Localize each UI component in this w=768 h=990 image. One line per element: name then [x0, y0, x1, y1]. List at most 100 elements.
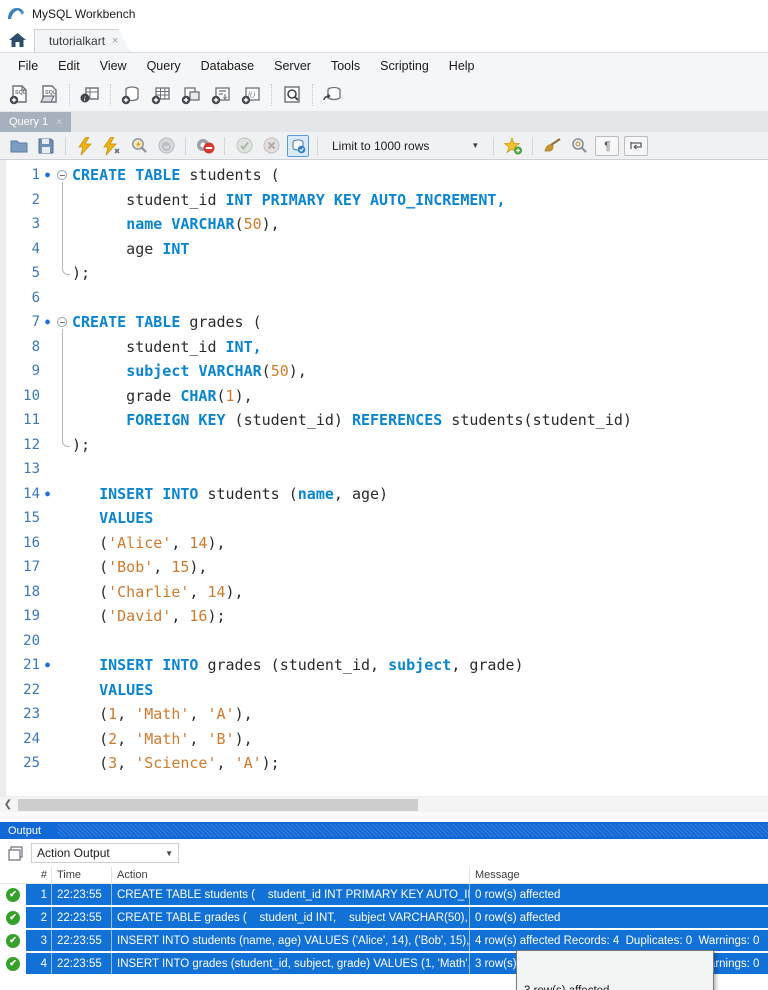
toolbar-separator — [65, 136, 66, 155]
code-text: ); — [72, 435, 91, 454]
menu-tools[interactable]: Tools — [321, 56, 370, 76]
statement-marker-icon — [40, 702, 55, 727]
fold-column — [55, 580, 72, 605]
column-message[interactable]: Message — [470, 867, 768, 883]
output-view-selector[interactable]: Action Output ▼ — [31, 843, 179, 863]
output-row[interactable]: ✔ 3 22:23:55 INSERT INTO students (name, ag… — [0, 930, 768, 951]
inspector-button[interactable]: i — [77, 82, 103, 108]
tab-close-icon[interactable]: × — [112, 35, 118, 47]
fold-open-icon[interactable] — [55, 310, 72, 335]
save-snippet-button[interactable] — [502, 135, 524, 157]
code-line: 1 ● CREATE TABLE students ( — [0, 163, 768, 188]
menu-view[interactable]: View — [90, 56, 137, 76]
invisibles-toggle-icon: ¶ — [604, 138, 611, 153]
row-index: 4 — [26, 953, 52, 974]
line-number: 20 — [23, 632, 40, 649]
code-text: ('Bob', 15), — [72, 558, 208, 576]
wrap-toggle-button[interactable] — [624, 135, 649, 156]
row-tooltip: 3 row(s) affected Records: 3 Duplicates:… — [516, 950, 714, 990]
execute-icon — [78, 136, 92, 155]
fold-end-icon — [55, 432, 72, 458]
limit-rows-dropdown[interactable]: Limit to 1000 rows ▼ — [326, 139, 485, 153]
fold-column — [55, 727, 72, 752]
open-sql-script-button[interactable]: SQL — [36, 82, 62, 108]
fold-column — [55, 604, 72, 629]
reconnect-db-button[interactable] — [320, 82, 346, 108]
chevron-down-icon: ▼ — [165, 848, 173, 858]
output-panel-header[interactable]: Output — [0, 822, 768, 839]
stop-on-error-toggle[interactable] — [194, 135, 216, 157]
tab-tutorialkart[interactable]: tutorialkart × — [34, 29, 130, 52]
statement-marker-icon — [40, 727, 55, 752]
menu-scripting[interactable]: Scripting — [370, 56, 439, 76]
execute-current-button[interactable] — [101, 135, 123, 157]
statement-marker-icon — [40, 555, 55, 580]
menu-edit[interactable]: Edit — [48, 56, 90, 76]
statement-marker-icon — [40, 286, 55, 311]
menu-database[interactable]: Database — [191, 56, 265, 76]
code-line: 11 FOREIGN KEY (student_id) REFERENCES s… — [0, 408, 768, 433]
home-icon — [8, 32, 26, 47]
home-tab[interactable] — [0, 28, 34, 52]
rollback-button[interactable] — [260, 135, 282, 157]
statement-marker-icon — [40, 751, 55, 776]
new-schema-button[interactable] — [118, 82, 144, 108]
row-index: 2 — [26, 907, 52, 928]
line-number: 2 — [31, 191, 40, 208]
new-table-button[interactable] — [148, 82, 174, 108]
column-num[interactable]: # — [26, 867, 52, 883]
save-button[interactable] — [35, 135, 57, 157]
line-number: 5 — [31, 265, 40, 281]
code-line: 19 ('David', 16); — [0, 604, 768, 629]
new-procedure-button[interactable] — [208, 82, 234, 108]
execute-button[interactable] — [74, 135, 96, 157]
row-status-cell: ✔ — [0, 907, 26, 928]
document-tab-strip: tutorialkart × — [0, 27, 768, 53]
hscrollbar-track[interactable] — [16, 798, 768, 811]
scroll-left-icon[interactable]: ❮ — [0, 799, 16, 810]
toolbar-separator — [317, 136, 318, 155]
row-action: CREATE TABLE grades ( student_id INT, su… — [112, 907, 470, 928]
fold-circle — [57, 170, 67, 180]
sql-editor[interactable]: 1 ● CREATE TABLE students (2 student_id IN… — [0, 160, 768, 796]
column-action[interactable]: Action — [112, 867, 470, 883]
code-text: INSERT INTO grades (student_id, subject,… — [99, 656, 524, 674]
new-view-button[interactable] — [178, 82, 204, 108]
editor-hscrollbar[interactable]: ❮ — [0, 796, 768, 812]
output-panes-icon — [8, 845, 23, 861]
column-time[interactable]: Time — [52, 867, 112, 883]
search-objects-button[interactable] — [279, 82, 305, 108]
find-button[interactable] — [568, 135, 590, 157]
new-sql-tab-button[interactable]: SQL — [6, 82, 32, 108]
output-grid-body: ✔ 1 22:23:55 CREATE TABLE students ( studen… — [0, 884, 768, 990]
autocommit-toggle[interactable] — [287, 134, 309, 157]
new-function-button[interactable]: f() — [238, 82, 264, 108]
menu-help[interactable]: Help — [439, 56, 485, 76]
explain-button[interactable] — [128, 135, 150, 157]
hscrollbar-thumb[interactable] — [18, 798, 418, 811]
query-tab-close-icon[interactable]: × — [56, 117, 62, 128]
open-file-button[interactable] — [8, 135, 30, 157]
tab-label: tutorialkart — [49, 34, 106, 48]
menu-query[interactable]: Query — [137, 56, 191, 76]
menu-file[interactable]: File — [8, 56, 48, 76]
invisibles-toggle-button[interactable]: ¶ — [595, 135, 620, 156]
tab-query-1[interactable]: Query 1 × — [0, 112, 71, 132]
line-number: 15 — [23, 510, 40, 526]
line-number: 13 — [23, 461, 40, 477]
output-row[interactable]: ✔ 2 22:23:55 CREATE TABLE grades ( student_… — [0, 907, 768, 928]
beautify-button[interactable] — [541, 135, 563, 157]
statement-marker-icon: ● — [45, 488, 50, 498]
commit-button[interactable] — [233, 135, 255, 157]
code-line: 25 (3, 'Science', 'A'); — [0, 751, 768, 776]
stop-button[interactable] — [155, 135, 177, 157]
code-text: ('David', 16); — [72, 607, 226, 625]
output-row[interactable]: ✔ 1 22:23:55 CREATE TABLE students ( studen… — [0, 884, 768, 905]
new-procedure-icon — [211, 86, 230, 104]
fold-open-icon[interactable] — [55, 163, 72, 188]
menu-server[interactable]: Server — [264, 56, 321, 76]
statement-marker-icon — [40, 188, 55, 213]
svg-text:SQL: SQL — [15, 90, 27, 96]
tooltip-line1: 3 row(s) affected — [524, 984, 706, 990]
code-text: (3, 'Science', 'A'); — [72, 754, 280, 772]
